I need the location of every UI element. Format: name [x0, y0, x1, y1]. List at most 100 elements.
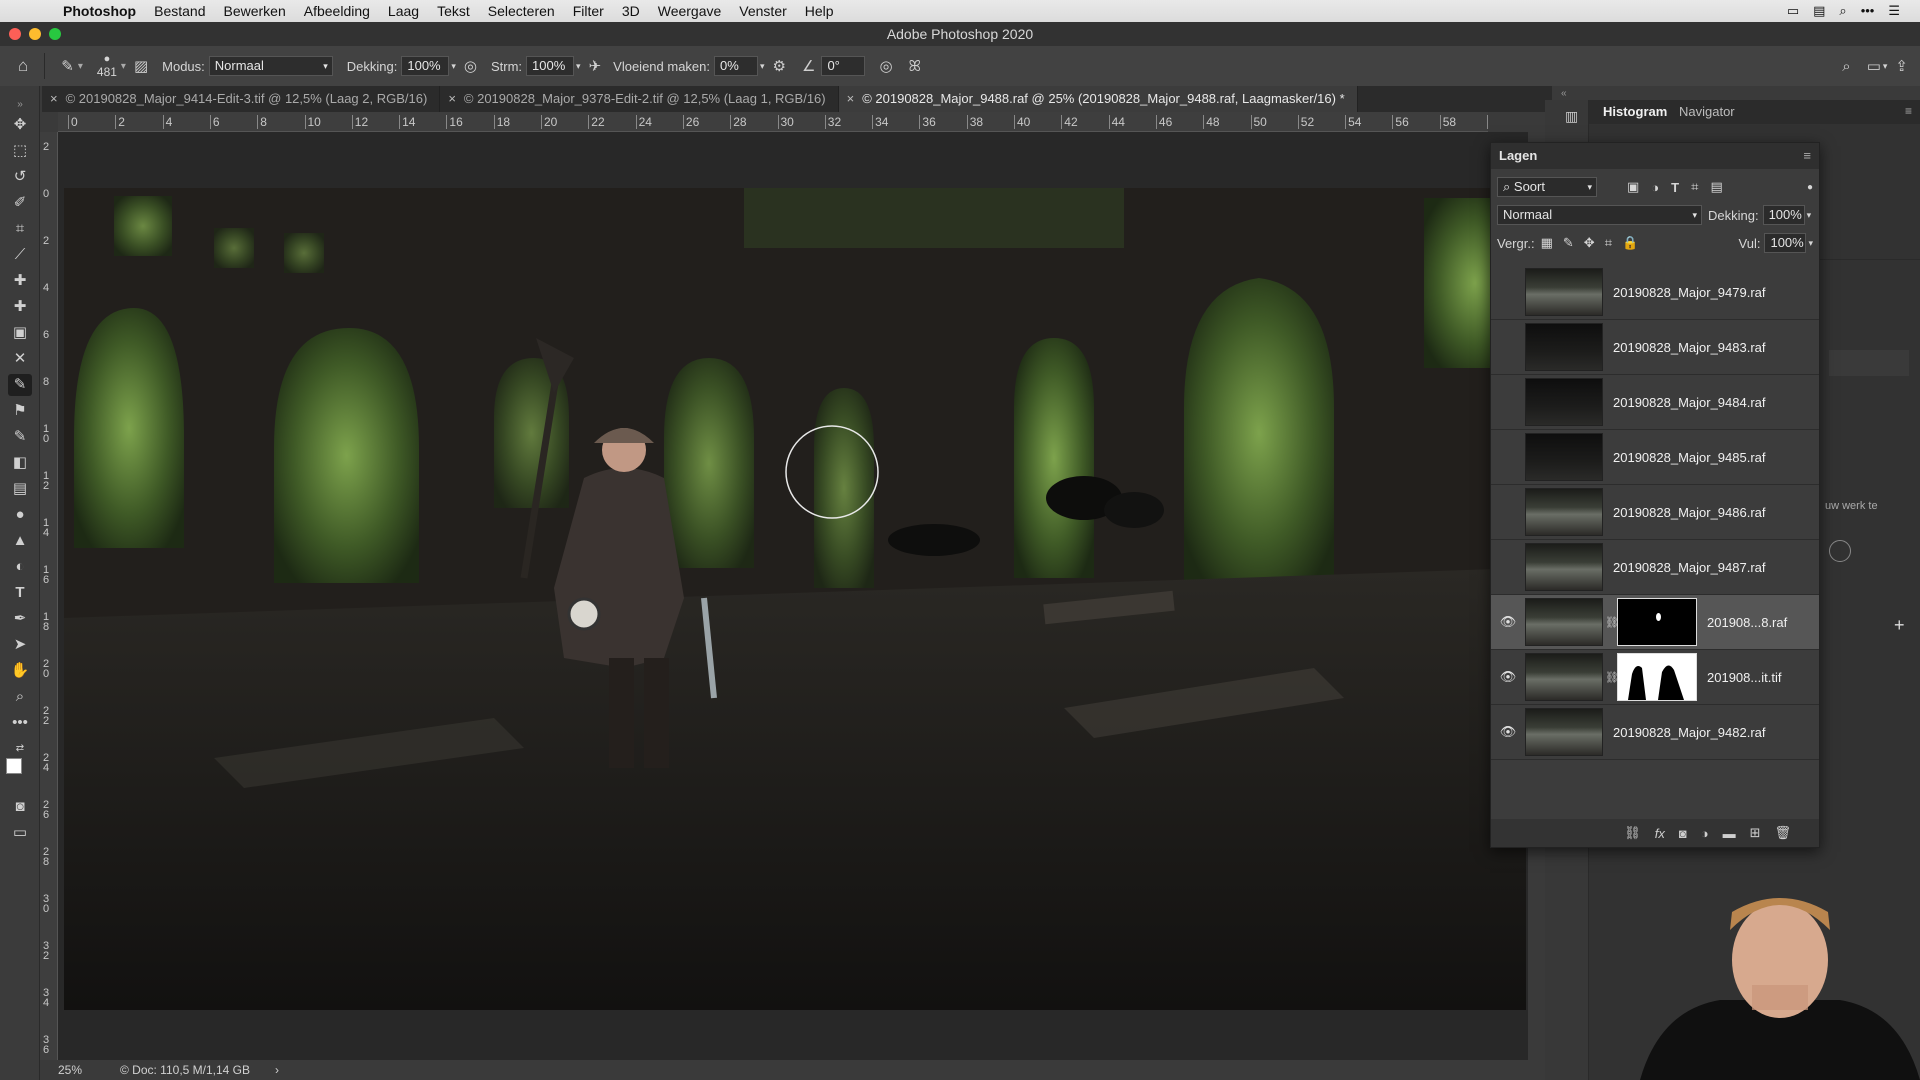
- eraser-tool-icon[interactable]: ◧: [8, 452, 32, 474]
- layer-row[interactable]: 20190828_Major_9483.raf: [1491, 320, 1819, 375]
- spot-healing-tool-icon[interactable]: ✚: [8, 270, 32, 292]
- document-image[interactable]: [64, 188, 1526, 1010]
- airbrush-icon[interactable]: ✈: [589, 57, 602, 75]
- menu-tekst[interactable]: Tekst: [428, 0, 479, 22]
- menu-selecteren[interactable]: Selecteren: [479, 0, 564, 22]
- workspace-icon[interactable]: ▭: [1867, 57, 1881, 75]
- layer-row[interactable]: 20190828_Major_9486.raf: [1491, 485, 1819, 540]
- search-icon[interactable]: ⌕: [1842, 58, 1850, 75]
- minimize-window-button[interactable]: [29, 28, 41, 40]
- layer-name[interactable]: 20190828_Major_9479.raf: [1613, 285, 1766, 300]
- layers-panel-header[interactable]: Lagen ≡: [1491, 143, 1819, 169]
- more-tools-icon[interactable]: •••: [8, 712, 32, 734]
- patch-tool-icon[interactable]: ▣: [8, 322, 32, 344]
- menu-afbeelding[interactable]: Afbeelding: [295, 0, 379, 22]
- tab-histogram[interactable]: Histogram: [1595, 100, 1675, 124]
- filter-shape-icon[interactable]: ⌗: [1691, 179, 1698, 195]
- doc-size[interactable]: © Doc: 110,5 M/1,14 GB: [120, 1060, 250, 1080]
- layer-row[interactable]: 20190828_Major_9485.raf: [1491, 430, 1819, 485]
- flow-chevron-icon[interactable]: ▾: [576, 61, 581, 72]
- path-selection-tool-icon[interactable]: ➤: [8, 634, 32, 656]
- brush-tool-icon[interactable]: ✎: [61, 57, 74, 75]
- smoothing-settings-gear-icon[interactable]: ⚙: [773, 57, 786, 75]
- history-brush-icon[interactable]: ✎: [8, 426, 32, 448]
- new-layer-icon[interactable]: ⊞: [1750, 825, 1761, 841]
- layer-filter-select[interactable]: ⌕ Soort ▾: [1497, 177, 1597, 197]
- layer-row[interactable]: 20190828_Major_9479.raf: [1491, 265, 1819, 320]
- eyedropper-tool-icon[interactable]: ⟋: [8, 244, 32, 266]
- pressure-size-icon[interactable]: ◎: [879, 57, 892, 75]
- lock-all-icon[interactable]: 🔒: [1622, 235, 1638, 251]
- filter-toggle-icon[interactable]: ●: [1807, 182, 1813, 193]
- layer-name[interactable]: 201908...it.tif: [1707, 670, 1781, 685]
- collapse-dock-icon[interactable]: «: [1561, 88, 1567, 99]
- lock-artboard-icon[interactable]: ⌗: [1605, 235, 1612, 251]
- spotlight-search-icon[interactable]: ⌕: [1839, 3, 1846, 19]
- sharpen-tool-icon[interactable]: ▲: [8, 530, 32, 552]
- canvas-area[interactable]: [58, 132, 1528, 1060]
- control-strip-icon[interactable]: ▤: [1813, 3, 1825, 19]
- crop-tool-icon[interactable]: ⌗: [8, 218, 32, 240]
- panel-menu-icon[interactable]: ≡: [1803, 143, 1811, 169]
- filter-adjustment-icon[interactable]: ◑: [1651, 180, 1659, 195]
- zoom-window-button[interactable]: [49, 28, 61, 40]
- layer-name[interactable]: 20190828_Major_9484.raf: [1613, 395, 1766, 410]
- zoom-level[interactable]: 25%: [58, 1060, 82, 1080]
- status-chevron-icon[interactable]: ›: [275, 1060, 279, 1080]
- workspace-chevron-icon[interactable]: ▾: [1883, 61, 1888, 72]
- tool-preset-chevron-icon[interactable]: ▾: [78, 61, 83, 72]
- blur-tool-icon[interactable]: ●: [8, 504, 32, 526]
- move-tool-icon[interactable]: ✥: [8, 114, 32, 136]
- lock-position-icon[interactable]: ✥: [1584, 235, 1595, 251]
- mode-select[interactable]: Normaal ▾: [208, 56, 333, 76]
- layer-row-selected[interactable]: 👁 ⛓ 201908...8.raf: [1491, 595, 1819, 650]
- pressure-opacity-icon[interactable]: ◎: [464, 57, 477, 75]
- menu-3d[interactable]: 3D: [613, 0, 649, 22]
- menu-bestand[interactable]: Bestand: [145, 0, 214, 22]
- filter-pixel-icon[interactable]: ▣: [1627, 179, 1639, 195]
- eye-icon[interactable]: 👁: [1491, 724, 1525, 740]
- new-group-icon[interactable]: ▬: [1723, 826, 1736, 841]
- layer-name[interactable]: 20190828_Major_9485.raf: [1613, 450, 1766, 465]
- healing-brush-icon[interactable]: ✚: [8, 296, 32, 318]
- dock-toggle-icon[interactable]: [1829, 540, 1851, 562]
- notification-center-icon[interactable]: ☰: [1888, 3, 1900, 19]
- menu-venster[interactable]: Venster: [730, 0, 795, 22]
- menu-filter[interactable]: Filter: [564, 0, 613, 22]
- layer-opacity-input[interactable]: 100%: [1762, 205, 1805, 225]
- gradient-tool-icon[interactable]: ▤: [8, 478, 32, 500]
- layer-row[interactable]: 20190828_Major_9484.raf: [1491, 375, 1819, 430]
- flow-input[interactable]: 100%: [526, 56, 575, 76]
- eye-icon[interactable]: 👁: [1491, 669, 1525, 685]
- type-tool-icon[interactable]: T: [8, 582, 32, 604]
- close-icon[interactable]: ×: [448, 91, 456, 106]
- content-aware-move-icon[interactable]: ✕: [8, 348, 32, 370]
- horizontal-ruler[interactable]: 0 2 4 6 8 10 12 14 16 18 20 22 24 26 28 30 32 34 36 38 40 42 4…: [58, 112, 1488, 132]
- add-mask-icon[interactable]: ◙: [1679, 826, 1687, 841]
- swap-colors-icon[interactable]: ⇄: [8, 738, 32, 760]
- add-icon[interactable]: +: [1894, 615, 1905, 636]
- layer-mask-thumbnail[interactable]: [1617, 598, 1697, 646]
- symmetry-butterfly-icon[interactable]: ꕤ: [909, 58, 921, 75]
- close-icon[interactable]: ×: [50, 91, 58, 106]
- quick-mask-icon[interactable]: ◙: [8, 796, 32, 818]
- menu-help[interactable]: Help: [796, 0, 843, 22]
- angle-input[interactable]: 0°: [821, 56, 866, 76]
- menu-weergave[interactable]: Weergave: [649, 0, 731, 22]
- panel-menu-icon[interactable]: ≡: [1905, 104, 1912, 118]
- blend-mode-select[interactable]: Normaal ▾: [1497, 205, 1702, 225]
- layer-name[interactable]: 20190828_Major_9487.raf: [1613, 560, 1766, 575]
- tab-navigator[interactable]: Navigator: [1671, 100, 1743, 124]
- layer-name[interactable]: 20190828_Major_9486.raf: [1613, 505, 1766, 520]
- dodge-tool-icon[interactable]: ◐: [8, 556, 32, 578]
- home-icon[interactable]: ⌂: [18, 56, 28, 76]
- menu-bewerken[interactable]: Bewerken: [214, 0, 294, 22]
- brush-settings-icon[interactable]: ▨: [134, 57, 148, 75]
- layer-row[interactable]: 👁 ⛓ 201908...it.tif: [1491, 650, 1819, 705]
- filter-type-icon[interactable]: T: [1671, 180, 1679, 195]
- histogram-panel-icon[interactable]: ▥: [1565, 108, 1578, 125]
- screen-mode-icon[interactable]: ▭: [8, 822, 32, 844]
- more-icon[interactable]: •••: [1861, 3, 1875, 19]
- pen-tool-icon[interactable]: ✒: [8, 608, 32, 630]
- brush-picker-chevron-icon[interactable]: ▾: [121, 61, 126, 72]
